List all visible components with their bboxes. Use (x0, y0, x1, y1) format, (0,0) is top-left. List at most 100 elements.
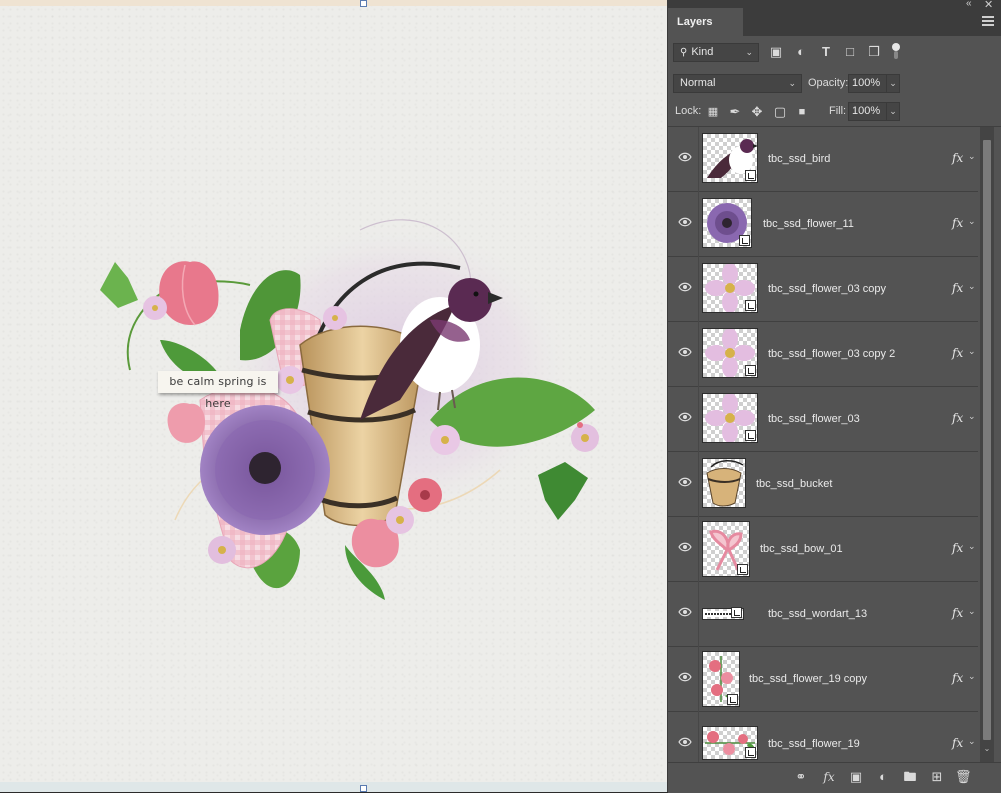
adjustment-filter-icon[interactable]: ◐ (793, 44, 809, 60)
smart-object-badge-icon (731, 607, 742, 618)
layer-effects-icon[interactable]: fx (952, 151, 963, 165)
eye-visibility-icon[interactable] (678, 672, 692, 682)
opacity-label: Opacity: (808, 77, 849, 89)
layer-row[interactable]: tbc_ssd_flower_03 copy 2 fx ⌄ (668, 322, 978, 387)
opacity-slider-button[interactable]: ⌄ (886, 74, 900, 93)
layers-list[interactable]: tbc_ssd_bird fx ⌄ tbc_ssd_flower_11 fx ⌄ tbc_s… (668, 127, 978, 762)
adjustment-layer-icon[interactable]: ◐ (875, 769, 891, 785)
layer-row[interactable]: tbc_ssd_bird fx ⌄ (668, 127, 978, 192)
fill-label: Fill: (829, 105, 847, 117)
smart-object-filter-icon[interactable]: ❒ (866, 44, 882, 60)
layer-name[interactable]: tbc_ssd_flower_19 (768, 712, 860, 762)
layer-effects-icon[interactable]: fx (952, 281, 963, 295)
layers-scrollbar-thumb[interactable] (983, 140, 991, 740)
layer-name[interactable]: tbc_ssd_flower_03 copy 2 (768, 322, 895, 387)
layer-name[interactable]: tbc_ssd_flower_11 (763, 192, 854, 257)
blend-mode-select[interactable]: Normal ⌄ (673, 74, 802, 93)
eye-visibility-icon[interactable] (678, 152, 692, 162)
tab-layers[interactable]: Layers (668, 8, 743, 36)
add-layer-style-icon[interactable]: fx (821, 769, 837, 785)
filter-kind-select[interactable]: ⚲ Kind ⌄ (673, 43, 759, 62)
eye-visibility-icon[interactable] (678, 347, 692, 357)
eye-visibility-icon[interactable] (678, 737, 692, 747)
eye-visibility-icon[interactable] (678, 412, 692, 422)
expand-effects-chevron-icon[interactable]: ⌄ (968, 346, 976, 357)
scroll-down-arrow-icon[interactable]: ⌄ (980, 744, 994, 753)
layer-name[interactable]: tbc_ssd_bucket (756, 452, 832, 517)
lock-all-icon[interactable]: ■ (794, 104, 810, 120)
lock-artboard-icon[interactable]: ▢ (772, 104, 788, 120)
document-canvas[interactable]: be calm spring is here (0, 0, 667, 792)
panel-tab-bar: Layers (668, 8, 1001, 36)
eye-visibility-icon[interactable] (678, 282, 692, 292)
smart-object-badge-icon (745, 170, 756, 181)
lock-image-pixels-icon[interactable]: ✒ (727, 104, 743, 120)
expand-effects-chevron-icon[interactable]: ⌄ (968, 541, 976, 552)
link-layers-icon[interactable]: ⚭ (793, 769, 809, 785)
layer-row[interactable]: tbc_ssd_flower_19 copy fx ⌄ (668, 647, 978, 712)
layer-effects-icon[interactable]: fx (952, 541, 963, 555)
pink-tulip-left (167, 402, 206, 443)
layer-row[interactable]: tbc_ssd_flower_19 fx ⌄ (668, 712, 978, 762)
layer-name[interactable]: tbc_ssd_wordart_13 (768, 582, 867, 647)
layer-name[interactable]: tbc_ssd_flower_03 copy (768, 257, 886, 322)
visibility-separator (698, 452, 699, 517)
eye-visibility-icon[interactable] (678, 542, 692, 552)
panel-title-bar: « ✕ (668, 0, 1001, 11)
layer-effects-icon[interactable]: fx (952, 736, 963, 750)
filter-row: ⚲ Kind ⌄ ▣ ◐ T □ ❒ (668, 43, 1001, 67)
image-filter-icon[interactable]: ▣ (768, 44, 784, 60)
layer-name[interactable]: tbc_ssd_flower_03 (768, 387, 860, 452)
smart-object-badge-icon (745, 747, 756, 758)
layer-row[interactable]: tbc_ssd_bucket (668, 452, 978, 517)
add-mask-icon[interactable]: ▣ (848, 769, 864, 785)
filter-kind-value: Kind (691, 46, 714, 58)
leaf-small-bottom-right (538, 462, 588, 520)
visibility-separator (698, 582, 699, 647)
visibility-separator (698, 192, 699, 257)
delete-layer-icon[interactable]: 🗑 (955, 769, 972, 785)
layer-effects-icon[interactable]: fx (952, 411, 963, 425)
layer-name[interactable]: tbc_ssd_flower_19 copy (749, 647, 867, 712)
expand-effects-chevron-icon[interactable]: ⌄ (968, 606, 976, 617)
layer-row[interactable]: tbc_ssd_flower_03 copy fx ⌄ (668, 257, 978, 322)
eye-visibility-icon[interactable] (678, 217, 692, 227)
expand-effects-chevron-icon[interactable]: ⌄ (968, 736, 976, 747)
fill-slider-button[interactable]: ⌄ (886, 102, 900, 121)
eye-visibility-icon[interactable] (678, 607, 692, 617)
scrapbook-cluster[interactable] (0, 0, 667, 792)
layer-effects-icon[interactable]: fx (952, 216, 963, 230)
visibility-separator (698, 257, 699, 322)
expand-effects-chevron-icon[interactable]: ⌄ (968, 281, 976, 292)
layer-row[interactable]: tbc_ssd_flower_03 fx ⌄ (668, 387, 978, 452)
expand-effects-chevron-icon[interactable]: ⌄ (968, 151, 976, 162)
lock-transparent-pixels-icon[interactable]: ▦ (705, 104, 721, 120)
expand-effects-chevron-icon[interactable]: ⌄ (968, 411, 976, 422)
layer-row[interactable]: tbc_ssd_flower_11 fx ⌄ (668, 192, 978, 257)
visibility-separator (698, 387, 699, 452)
layer-effects-icon[interactable]: fx (952, 671, 963, 685)
layer-name[interactable]: tbc_ssd_bow_01 (760, 517, 843, 582)
new-group-icon[interactable]: 🖿 (902, 769, 918, 785)
panel-menu-icon[interactable] (982, 16, 994, 28)
layer-effects-icon[interactable]: fx (952, 606, 963, 620)
visibility-separator (698, 712, 699, 762)
layer-row[interactable]: tbc_ssd_wordart_13 fx ⌄ (668, 582, 978, 647)
leaf-small-top-left (100, 262, 138, 308)
eye-visibility-icon[interactable] (678, 477, 692, 487)
smart-object-badge-icon (727, 694, 738, 705)
layer-thumbnail[interactable] (702, 458, 746, 508)
type-filter-icon[interactable]: T (818, 44, 834, 60)
lock-position-icon[interactable]: ✥ (749, 104, 765, 120)
shape-filter-icon[interactable]: □ (842, 44, 858, 60)
layer-name[interactable]: tbc_ssd_bird (768, 127, 830, 192)
filter-toggle-icon[interactable] (888, 42, 904, 59)
new-layer-icon[interactable]: ⊞ (929, 769, 945, 785)
expand-effects-chevron-icon[interactable]: ⌄ (968, 216, 976, 227)
blend-mode-value: Normal (680, 77, 716, 89)
expand-effects-chevron-icon[interactable]: ⌄ (968, 671, 976, 682)
lock-label: Lock: (675, 105, 702, 117)
smart-object-badge-icon (739, 235, 750, 246)
layer-effects-icon[interactable]: fx (952, 346, 963, 360)
layer-row[interactable]: tbc_ssd_bow_01 fx ⌄ (668, 517, 978, 582)
